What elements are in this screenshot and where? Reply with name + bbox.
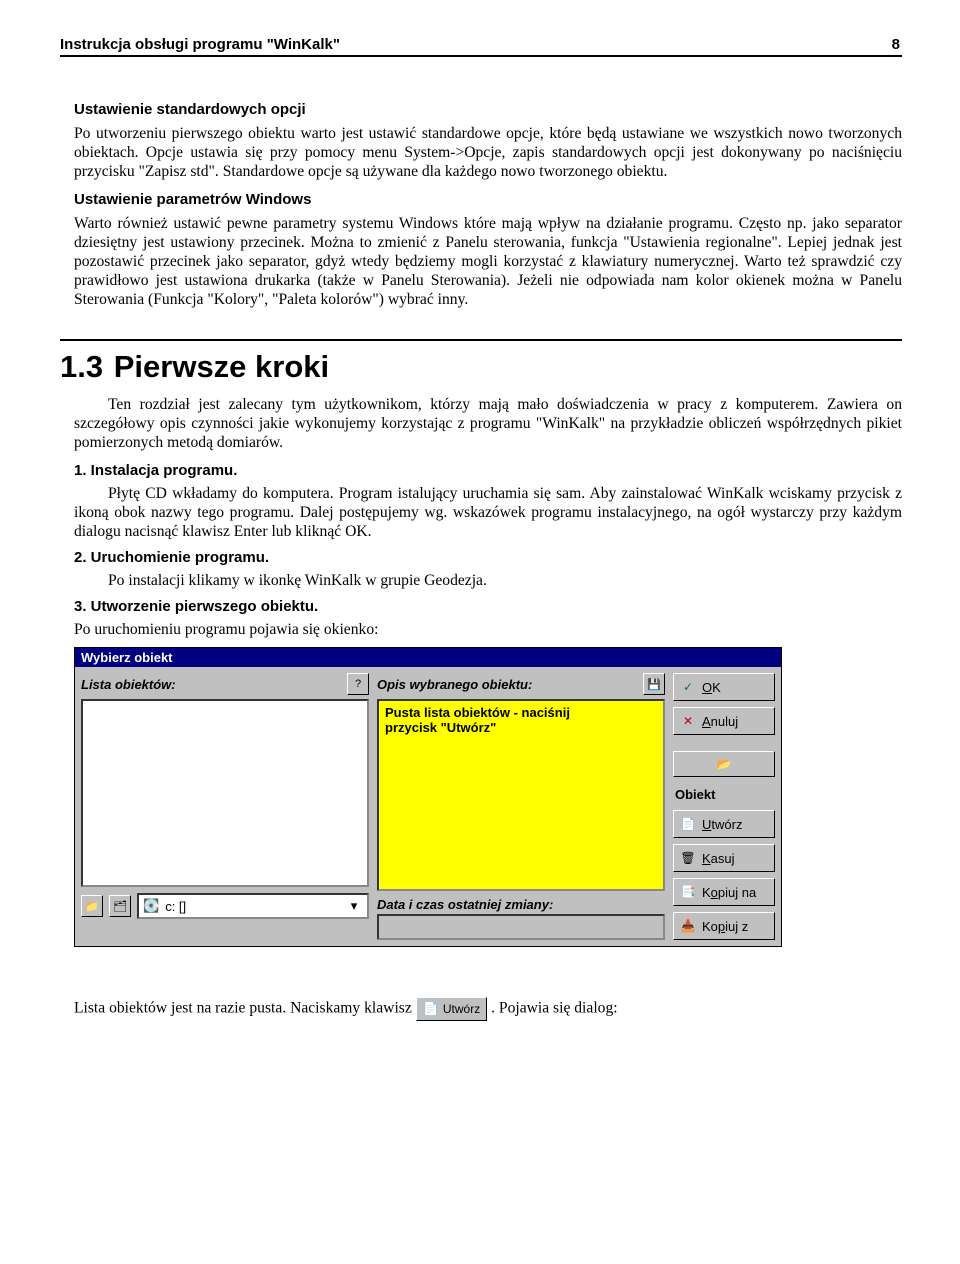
kopiuj-na-button[interactable]: 📑 Kopiuj na	[673, 878, 775, 906]
save-icon[interactable]: 💾	[643, 673, 665, 695]
step2-heading: 2. Uruchomienie programu.	[74, 549, 902, 566]
folder-up-icon[interactable]: 📁	[81, 895, 103, 917]
final-pre: Lista obiektów jest na razie pusta. Naci…	[74, 1000, 416, 1017]
paragraph-windows-params: Warto również ustawić pewne parametry sy…	[74, 214, 902, 309]
page-number: 8	[892, 36, 902, 53]
anuluj-button[interactable]: ✕ Anuluj	[673, 707, 775, 735]
section-heading: 1.3 Pierwsze kroki	[60, 349, 902, 385]
step1-heading: 1. Instalacja programu.	[74, 462, 902, 479]
section-number: 1.3	[60, 349, 103, 384]
check-icon: ✓	[680, 680, 696, 694]
folder-open-icon: 📂	[716, 757, 732, 771]
data-zmiany-label: Data i czas ostatniej zmiany:	[377, 897, 665, 912]
file-new-icon: 📄	[680, 817, 696, 831]
inline-utworz-button[interactable]: 📄 Utwórz	[416, 997, 488, 1021]
chevron-down-icon: ▾	[345, 898, 363, 914]
folder-tree-icon[interactable]: 🗂	[109, 895, 131, 917]
drive-combobox[interactable]: 💽 c: [] ▾	[137, 893, 369, 919]
help-icon[interactable]: ?	[347, 673, 369, 695]
opis-obiektu-label: Opis wybranego obiektu:	[377, 677, 639, 692]
opis-obiektu-textbox[interactable]: Pusta lista obiektów - naciśnij przycisk…	[377, 699, 665, 891]
step3-body: Po uruchomieniu programu pojawia się oki…	[74, 620, 902, 639]
step3-heading: 3. Utworzenie pierwszego obiektu.	[74, 598, 902, 615]
desc-line-2: przycisk "Utwórz"	[385, 720, 657, 735]
open-folder-button[interactable]: 📂	[673, 751, 775, 777]
step2-body: Po instalacji klikamy w ikonkę WinKalk w…	[74, 571, 902, 590]
dialog-titlebar: Wybierz obiekt	[75, 648, 781, 667]
paragraph-standard-options: Po utworzeniu pierwszego obiektu warto j…	[74, 124, 902, 181]
copy-in-icon: 📥	[680, 919, 696, 933]
final-paragraph: Lista obiektów jest na razie pusta. Naci…	[74, 997, 902, 1021]
utworz-button[interactable]: 📄 Utwórz	[673, 810, 775, 838]
page-title: Instrukcja obsługi programu "WinKalk"	[60, 36, 340, 53]
close-icon: ✕	[680, 714, 696, 728]
lista-obiektow-listbox[interactable]	[81, 699, 369, 887]
desc-line-1: Pusta lista obiektów - naciśnij	[385, 705, 657, 720]
lista-obiektow-label: Lista obiektów:	[81, 677, 343, 692]
trash-icon: 🗑	[680, 851, 696, 865]
dialog-wybierz-obiekt: Wybierz obiekt Lista obiektów: ? 📁 🗂 💽 c…	[74, 647, 782, 947]
copy-out-icon: 📑	[680, 885, 696, 899]
section-rule	[60, 339, 902, 341]
file-new-icon: 📄	[423, 1001, 439, 1017]
step1-body: Płytę CD wkładamy do komputera. Program …	[74, 484, 902, 541]
obiekt-label: Obiekt	[675, 787, 775, 802]
ok-button[interactable]: ✓ OOKK	[673, 673, 775, 701]
kasuj-button[interactable]: 🗑 Kasuj	[673, 844, 775, 872]
final-post: . Pojawia się dialog:	[491, 1000, 617, 1017]
drive-icon: 💽	[143, 898, 159, 914]
section-title: Pierwsze kroki	[114, 349, 329, 384]
header-rule	[60, 55, 902, 57]
subheading-windows-params: Ustawienie parametrów Windows	[74, 191, 902, 208]
subheading-standard-options: Ustawienie standardowych opcji	[74, 101, 902, 118]
data-zmiany-value	[377, 914, 665, 940]
kopiuj-z-button[interactable]: 📥 Kopiuj z	[673, 912, 775, 940]
drive-value: c: []	[165, 899, 339, 914]
section-intro: Ten rozdział jest zalecany tym użytkowni…	[74, 395, 902, 452]
inline-utworz-label: Utwórz	[443, 1002, 480, 1016]
